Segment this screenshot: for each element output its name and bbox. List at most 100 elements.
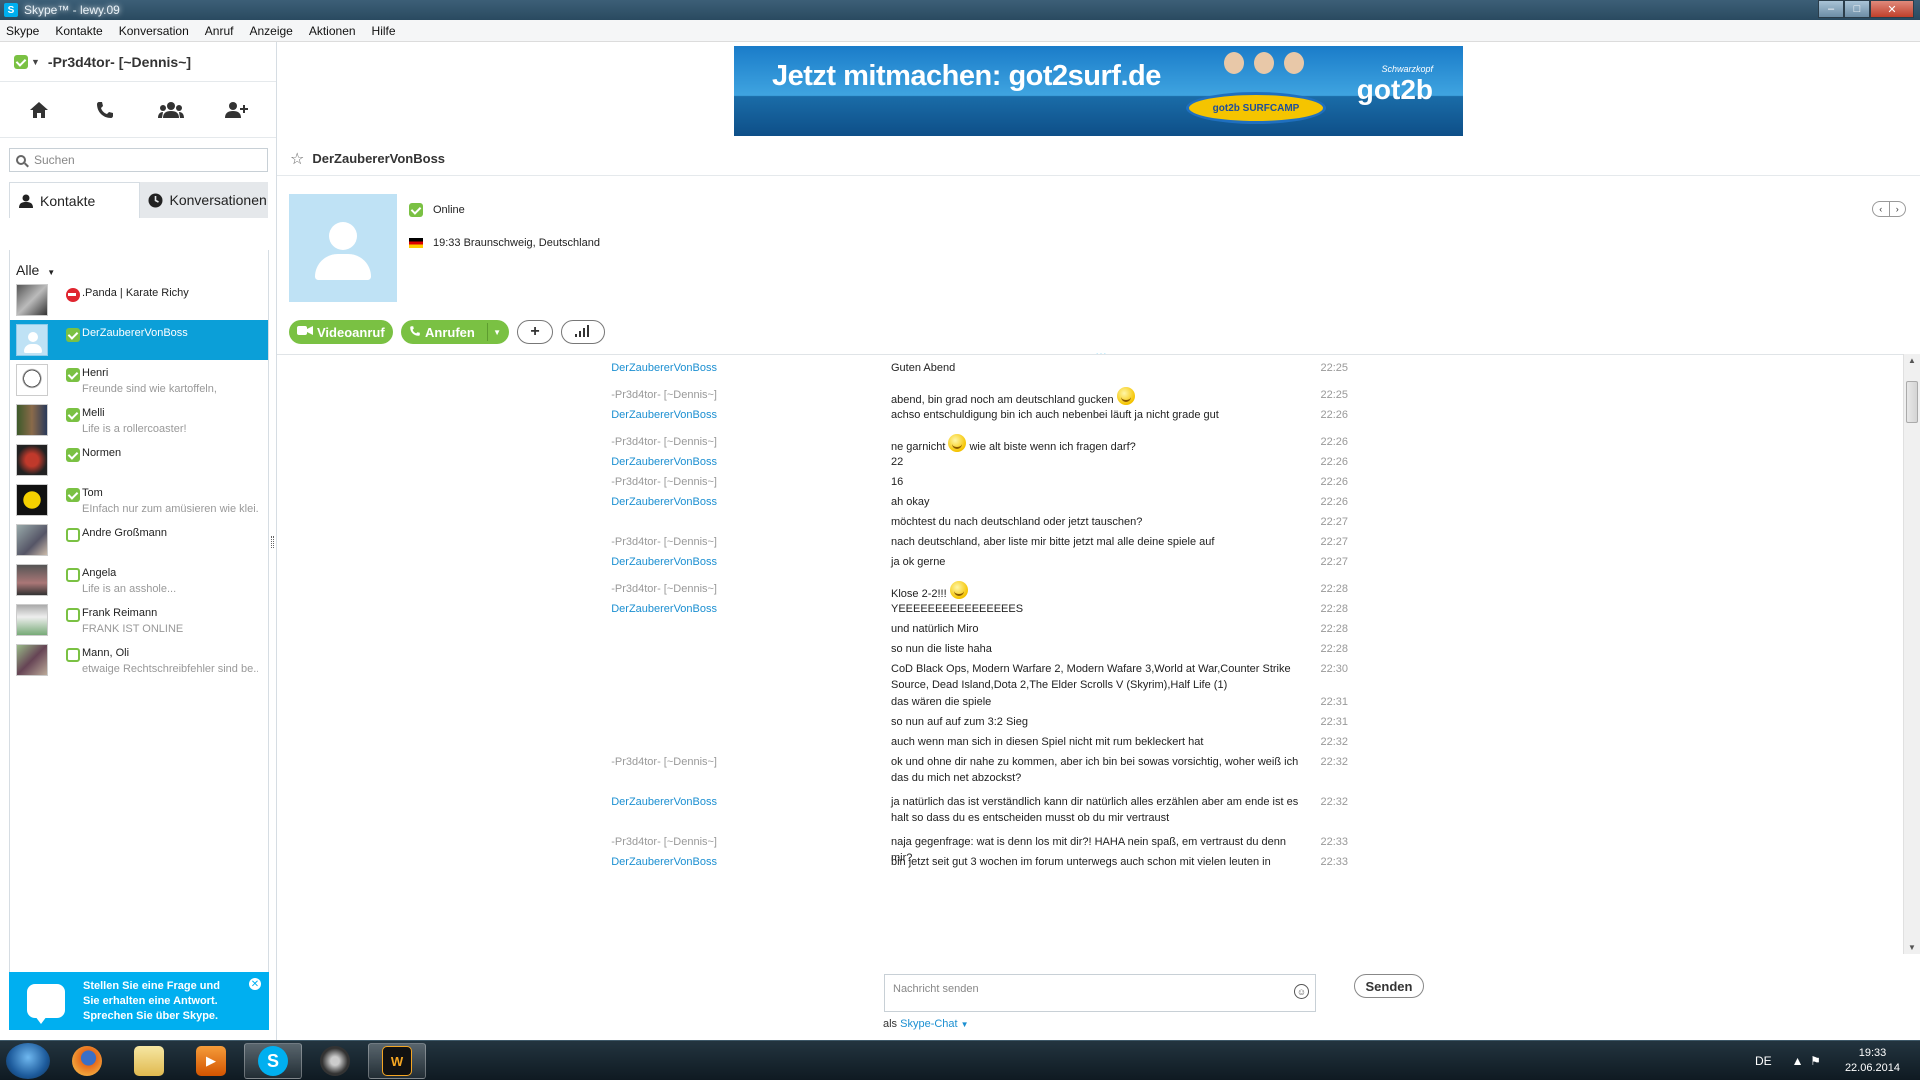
message-sender[interactable]: -Pr3d4tor- [~Dennis~] — [557, 387, 717, 403]
send-via-link[interactable]: Skype-Chat — [900, 1018, 957, 1030]
profile-nav-arrows[interactable]: ‹ › — [1872, 201, 1906, 217]
filter-dropdown[interactable]: Alle ▼ — [10, 250, 268, 280]
menu-konversation[interactable]: Konversation — [117, 24, 191, 38]
video-call-button[interactable]: Videoanruf — [289, 320, 393, 344]
contact-item[interactable]: Tom EInfach nur zum amüsieren wie klei... — [10, 480, 268, 520]
send-button[interactable]: Senden — [1354, 974, 1424, 998]
taskbar-firefox[interactable] — [58, 1043, 116, 1079]
clock-icon — [148, 192, 164, 208]
add-button[interactable]: + — [517, 320, 553, 344]
contact-name: Angela — [82, 567, 117, 579]
message-sender[interactable]: DerZaubererVonBoss — [557, 407, 717, 423]
message-text: bin jetzt seit gut 3 wochen im forum unt… — [891, 856, 1271, 868]
media-player-icon: ▶ — [196, 1046, 226, 1076]
menu-anruf[interactable]: Anruf — [203, 24, 236, 38]
group-icon[interactable] — [156, 95, 186, 125]
tab-konversationen[interactable]: Konversationen — [139, 182, 268, 218]
message-sender[interactable]: DerZaubererVonBoss — [557, 854, 717, 870]
message-sender[interactable]: DerZaubererVonBoss — [557, 794, 717, 810]
menu-anzeige[interactable]: Anzeige — [247, 24, 294, 38]
online-status-icon — [66, 408, 80, 422]
taskbar-media-player[interactable]: ▶ — [182, 1043, 240, 1079]
start-button[interactable] — [6, 1043, 50, 1079]
close-icon[interactable]: ✕ — [249, 978, 261, 990]
menu-kontakte[interactable]: Kontakte — [53, 24, 104, 38]
message-text: achso entschuldigung bin ich auch nebenb… — [891, 409, 1219, 421]
add-contact-icon[interactable] — [222, 95, 252, 125]
chevron-down-icon[interactable]: ▼ — [961, 1020, 969, 1029]
chevron-down-icon[interactable]: ▼ — [493, 328, 501, 337]
ad-banner[interactable]: Jetzt mitmachen: got2surf.de got2b SURFC… — [734, 46, 1463, 136]
home-icon[interactable] — [24, 95, 54, 125]
contact-item[interactable]: Frank Reimann FRANK IST ONLINE — [10, 600, 268, 640]
contact-item[interactable]: Andre Großmann — [10, 520, 268, 560]
contact-item[interactable]: .Panda | Karate Richy — [10, 280, 268, 320]
message-time: 22:25 — [1320, 389, 1348, 401]
menu-hilfe[interactable]: Hilfe — [370, 24, 398, 38]
profile-name[interactable]: -Pr3d4tor- [~Dennis~] — [48, 54, 191, 70]
search-input[interactable]: Suchen — [9, 148, 268, 172]
message-text: 16 — [891, 476, 904, 488]
promo-banner[interactable]: Stellen Sie eine Frage und Sie erhalten … — [9, 972, 269, 1030]
message-sender[interactable]: DerZaubererVonBoss — [557, 494, 717, 510]
scroll-down-icon[interactable]: ▼ — [1908, 943, 1916, 952]
contact-item[interactable]: Angela Life is an asshole... — [10, 560, 268, 600]
online-status-icon[interactable] — [14, 54, 28, 69]
scrollbar-thumb[interactable] — [1906, 381, 1918, 423]
phone-icon[interactable] — [90, 95, 120, 125]
menu-aktionen[interactable]: Aktionen — [307, 24, 358, 38]
message-sender[interactable]: -Pr3d4tor- [~Dennis~] — [557, 474, 717, 490]
window-title: Skype™ - lewy.09 — [24, 3, 120, 17]
taskbar-explorer[interactable] — [120, 1043, 178, 1079]
message-sender[interactable]: -Pr3d4tor- [~Dennis~] — [557, 834, 717, 850]
call-quality-button[interactable] — [561, 320, 605, 344]
contact-item-selected[interactable]: DerZaubererVonBoss — [10, 320, 268, 360]
chevron-right-icon[interactable]: › — [1890, 202, 1906, 216]
taskbar-winamp[interactable]: W — [368, 1043, 426, 1079]
taskbar-skype[interactable]: S — [244, 1043, 302, 1079]
close-button[interactable]: ✕ — [1870, 0, 1914, 18]
emoticon-picker-icon[interactable]: ☺ — [1294, 984, 1309, 999]
message-sender[interactable]: -Pr3d4tor- [~Dennis~] — [557, 534, 717, 550]
maximize-button[interactable]: □ — [1844, 0, 1870, 18]
message-sender[interactable]: DerZaubererVonBoss — [557, 360, 717, 376]
minimize-button[interactable]: – — [1818, 0, 1844, 18]
message-placeholder: Nachricht senden — [893, 983, 979, 995]
star-icon[interactable]: ☆ — [290, 149, 304, 169]
action-center-icon[interactable]: ▲ ⚑ — [1792, 1054, 1821, 1068]
taskbar-app[interactable] — [306, 1043, 364, 1079]
contact-item[interactable]: Mann, Oli etwaige Rechtschreibfehler sind… — [10, 640, 268, 680]
online-status-icon — [66, 368, 80, 382]
firefox-icon — [72, 1046, 102, 1076]
message-sender[interactable]: DerZaubererVonBoss — [557, 554, 717, 570]
message-input[interactable]: Nachricht senden ☺ — [884, 974, 1316, 1012]
language-indicator[interactable]: DE — [1755, 1054, 1772, 1068]
message-scrollbar[interactable]: ▲ ▼ — [1903, 354, 1920, 954]
message-sender[interactable]: -Pr3d4tor- [~Dennis~] — [557, 434, 717, 450]
call-button[interactable]: Anrufen ▼ — [401, 320, 509, 344]
message-time: 22:33 — [1320, 836, 1348, 848]
menu-skype[interactable]: Skype — [4, 24, 41, 38]
chevron-left-icon[interactable]: ‹ — [1873, 202, 1890, 216]
clock[interactable]: 19:33 22.06.2014 — [1845, 1046, 1900, 1076]
sidebar: ▼ -Pr3d4tor- [~Dennis~] Suchen Kontakte … — [0, 42, 277, 1040]
contact-item[interactable]: Normen — [10, 440, 268, 480]
video-call-label: Videoanruf — [317, 324, 385, 340]
sidebar-resize-handle[interactable] — [271, 536, 274, 548]
contact-mood: FRANK IST ONLINE — [82, 623, 184, 635]
message-sender[interactable]: DerZaubererVonBoss — [557, 601, 717, 617]
more-indicator[interactable]: … — [1095, 344, 1108, 358]
message-sender[interactable]: DerZaubererVonBoss — [557, 454, 717, 470]
contact-avatar[interactable] — [289, 194, 397, 302]
contact-item[interactable]: Melli Life is a rollercoaster! — [10, 400, 268, 440]
scroll-up-icon[interactable]: ▲ — [1908, 356, 1916, 365]
profile-bar[interactable]: ▼ -Pr3d4tor- [~Dennis~] — [0, 42, 276, 82]
chevron-down-icon[interactable]: ▼ — [31, 57, 40, 67]
message-sender[interactable]: -Pr3d4tor- [~Dennis~] — [557, 754, 717, 770]
contact-item[interactable]: Henri Freunde sind wie kartoffeln, — [10, 360, 268, 400]
taskbar: ▶ S W DE ▲ ⚑ 19:33 22.06.2014 — [0, 1040, 1920, 1080]
avatar — [16, 524, 48, 556]
tab-kontakte[interactable]: Kontakte — [9, 182, 140, 218]
message-text: auch wenn man sich in diesen Spiel nicht… — [891, 736, 1204, 748]
message-sender[interactable]: -Pr3d4tor- [~Dennis~] — [557, 581, 717, 597]
